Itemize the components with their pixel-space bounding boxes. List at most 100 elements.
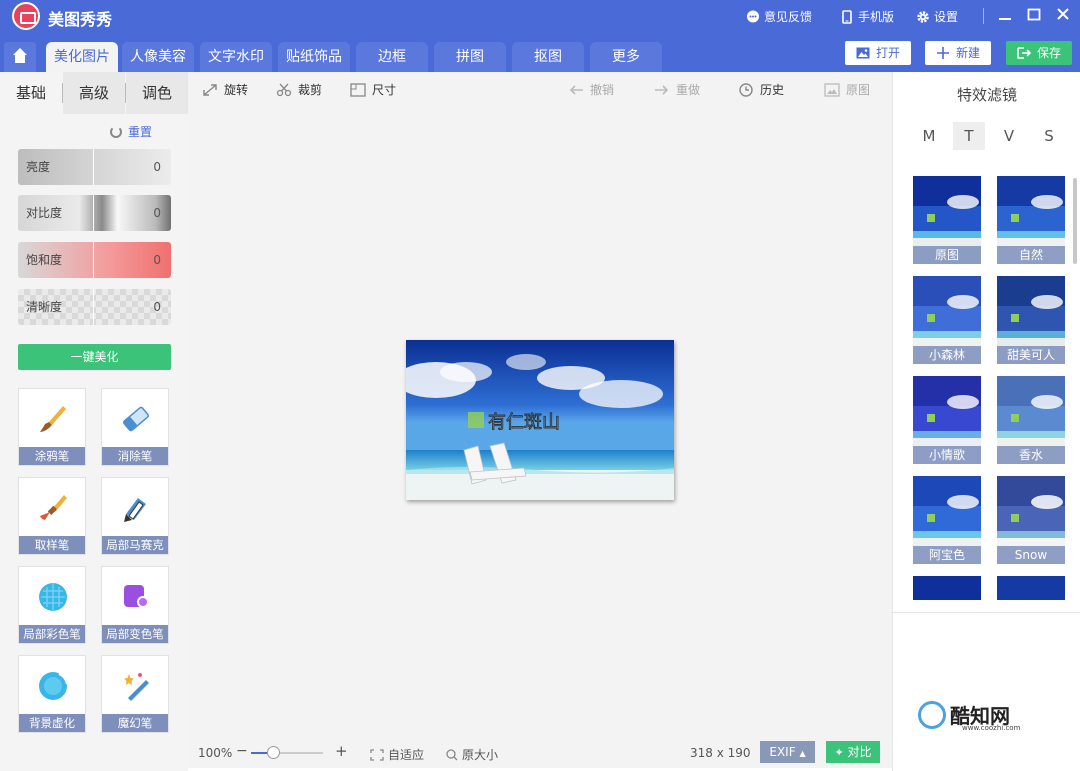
tool-magic-pen[interactable]: 魔幻笔	[101, 655, 169, 733]
crop-button[interactable]: 裁剪	[276, 81, 322, 98]
new-button[interactable]: 新建	[925, 41, 992, 65]
actual-size-button[interactable]: 原大小	[446, 746, 498, 763]
tool-local-mosaic[interactable]: 局部马赛克	[101, 477, 169, 555]
filter-tab-m[interactable]: M	[913, 122, 945, 150]
photo-watermark-text: 有仁斑山	[488, 412, 560, 433]
subtab-basic[interactable]: 基础	[0, 72, 62, 114]
tool-local-recolor-pen[interactable]: 局部变色笔	[101, 566, 169, 644]
filter-tab-v[interactable]: V	[993, 122, 1025, 150]
redo-button[interactable]: 重做	[654, 81, 700, 98]
filter-tab-s[interactable]: S	[1033, 122, 1065, 150]
eraser-icon	[123, 406, 149, 432]
close-button[interactable]	[1051, 4, 1075, 28]
reset-button[interactable]: 重置	[110, 123, 152, 140]
tab-more[interactable]: 更多	[590, 42, 662, 72]
tab-collage[interactable]: 拼图	[434, 42, 506, 72]
status-bar: 100% − + 自适应 原大小 318 x 190 EXIF ▲ ✦ 对比	[188, 738, 892, 768]
compare-button[interactable]: ✦ 对比	[826, 741, 880, 763]
export-icon	[1017, 47, 1031, 59]
watermark-logo-icon	[918, 700, 946, 729]
tool-graffiti-pen[interactable]: 涂鸦笔	[18, 388, 86, 466]
recolor-icon	[124, 585, 149, 608]
photo-preview[interactable]: 有仁斑山	[406, 340, 674, 500]
filter-sweet[interactable]: 甜美可人	[997, 276, 1065, 364]
filter-snow[interactable]: Snow	[997, 476, 1065, 564]
filter-natural[interactable]: 自然	[997, 176, 1065, 264]
tab-portrait[interactable]: 人像美容	[122, 42, 194, 72]
maximize-button[interactable]	[1022, 4, 1046, 28]
paint-brush-icon	[40, 495, 67, 520]
watermark-url: www.coozhi.com	[962, 724, 1021, 732]
filter-abao[interactable]: 阿宝色	[913, 476, 981, 564]
zoom-out-button[interactable]: −	[236, 743, 248, 759]
fit-button[interactable]: 自适应	[370, 746, 424, 763]
subtab-advanced[interactable]: 高级	[63, 72, 125, 114]
filter-partial[interactable]	[913, 576, 981, 600]
sharpness-label: 清晰度	[18, 289, 94, 325]
filter-label: 自然	[997, 246, 1065, 264]
brightness-label: 亮度	[18, 149, 94, 185]
actual-size-label: 原大小	[462, 748, 499, 762]
sharpness-slider[interactable]: 清晰度 0	[18, 289, 171, 325]
zoom-level: 100%	[198, 746, 233, 760]
adjust-subtabs: 基础 高级 调色	[0, 72, 188, 114]
original-label: 原图	[846, 83, 871, 97]
size-button[interactable]: 尺寸	[350, 81, 396, 98]
tool-background-blur[interactable]: 背景虚化	[18, 655, 86, 733]
site-watermark: 酷知网 www.coozhi.com	[918, 700, 1020, 732]
saturation-slider[interactable]: 饱和度 0	[18, 242, 171, 278]
tab-text-watermark[interactable]: 文字水印	[200, 42, 272, 72]
mobile-link[interactable]: 手机版	[840, 8, 894, 25]
maximize-icon	[1027, 8, 1041, 21]
rotate-button[interactable]: 旋转	[202, 81, 248, 98]
filter-original[interactable]: 原图	[913, 176, 981, 264]
filter-tab-t[interactable]: T	[953, 122, 985, 150]
tab-stickers[interactable]: 贴纸饰品	[278, 42, 350, 72]
filter-label: Snow	[997, 546, 1065, 564]
filter-label: 小森林	[913, 346, 981, 364]
history-button[interactable]: 历史	[738, 81, 784, 98]
tool-local-color-pen[interactable]: 局部彩色笔	[18, 566, 86, 644]
subtab-color[interactable]: 调色	[126, 72, 188, 114]
exif-button[interactable]: EXIF ▲	[760, 741, 815, 763]
rotate-label: 旋转	[224, 83, 249, 97]
tool-label: 局部彩色笔	[19, 625, 85, 643]
filter-little-forest[interactable]: 小森林	[913, 276, 981, 364]
tool-sampling-pen[interactable]: 取样笔	[18, 477, 86, 555]
filter-love-song[interactable]: 小情歌	[913, 376, 981, 464]
one-click-beautify-button[interactable]: 一键美化	[18, 344, 171, 370]
save-button[interactable]: 保存	[1006, 41, 1073, 65]
zoom-slider-handle[interactable]	[267, 746, 280, 759]
home-button[interactable]	[4, 42, 36, 72]
brightness-slider[interactable]: 亮度 0	[18, 149, 171, 185]
filter-scrollbar[interactable]	[1073, 178, 1077, 264]
scissors-icon	[276, 83, 292, 96]
filter-label: 阿宝色	[913, 546, 981, 564]
minimize-button[interactable]	[993, 4, 1017, 28]
feedback-link[interactable]: 意见反馈	[746, 8, 812, 25]
title-bar: 美图秀秀 意见反馈 手机版 设置	[0, 0, 1080, 32]
tool-eraser-pen[interactable]: 消除笔	[101, 388, 169, 466]
tab-border[interactable]: 边框	[356, 42, 428, 72]
original-button[interactable]: 原图	[824, 81, 870, 98]
image-icon	[856, 47, 870, 59]
tab-beautify[interactable]: 美化图片	[46, 42, 118, 72]
settings-link[interactable]: 设置	[916, 8, 958, 25]
fit-icon	[370, 748, 384, 761]
tool-label: 消除笔	[102, 447, 168, 465]
contrast-slider[interactable]: 对比度 0	[18, 195, 171, 231]
open-button[interactable]: 打开	[845, 41, 912, 65]
filter-partial[interactable]	[997, 576, 1065, 600]
app-name: 美图秀秀	[48, 10, 113, 29]
filter-perfume[interactable]: 香水	[997, 376, 1065, 464]
image-canvas[interactable]: 有仁斑山	[188, 108, 892, 738]
minimize-icon	[999, 18, 1011, 20]
saturation-label: 饱和度	[18, 242, 94, 278]
tool-label: 背景虚化	[19, 714, 85, 732]
fit-label: 自适应	[388, 748, 425, 762]
app-logo	[12, 2, 40, 30]
tab-cutout[interactable]: 抠图	[512, 42, 584, 72]
zoom-in-button[interactable]: +	[335, 742, 348, 760]
undo-button[interactable]: 撤销	[568, 81, 614, 98]
effects-panel: 特效滤镜 M T V S 原图 自然 小森林 甜美可人 小情歌 香水 阿宝色 S…	[892, 72, 1080, 771]
